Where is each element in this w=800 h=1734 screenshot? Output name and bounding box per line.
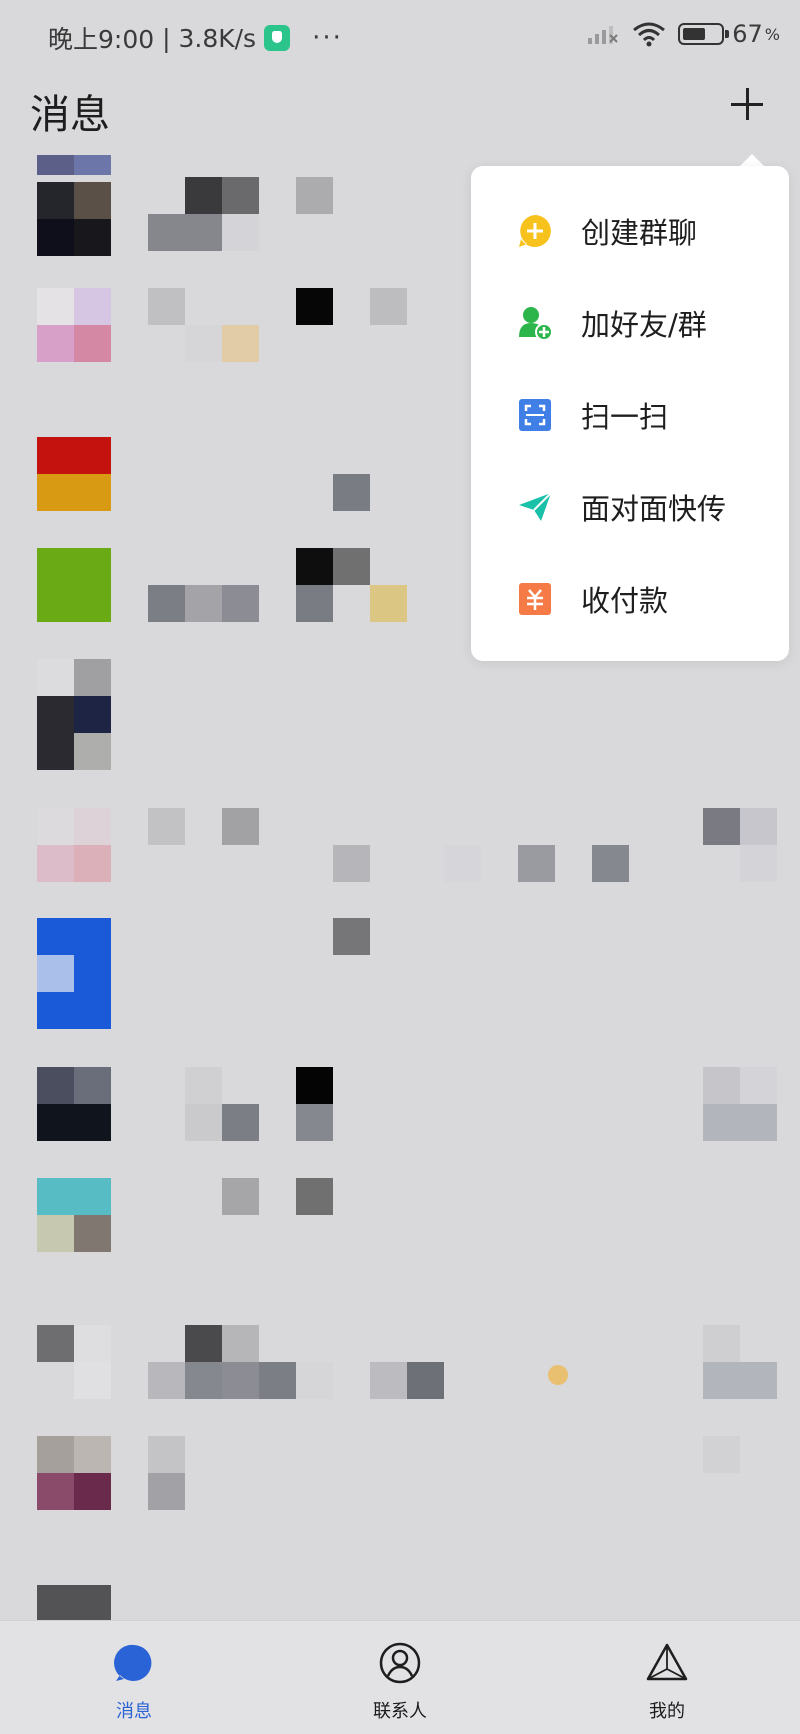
- bottom-tab-bar: 消息 联系人 我的: [0, 1620, 800, 1734]
- tab-label: 我的: [649, 1701, 685, 1722]
- list-item-avatar[interactable]: [37, 437, 111, 511]
- list-item-avatar[interactable]: [37, 918, 111, 1029]
- page-title: 消息: [30, 92, 110, 138]
- status-bar: 晚上9:00 | 3.8K/s ··· 67 %: [0, 0, 800, 72]
- menu-item-create-group[interactable]: 创建群聊: [471, 185, 789, 277]
- list-item-avatar[interactable]: [37, 548, 111, 622]
- list-item-avatar[interactable]: [37, 1067, 111, 1141]
- status-left: 晚上9:00 | 3.8K/s ···: [48, 20, 343, 56]
- popup-menu-arrow: [740, 154, 764, 166]
- tab-messages[interactable]: 消息: [54, 1621, 214, 1734]
- battery-icon: [678, 23, 730, 45]
- tab-label: 消息: [116, 1701, 152, 1722]
- add-friend-icon: [519, 307, 553, 341]
- emoji-icon: [548, 1365, 568, 1385]
- menu-item-label: 加好友/群: [581, 308, 707, 342]
- list-item-avatar[interactable]: [37, 155, 111, 256]
- more-notifications-icon: ···: [312, 23, 343, 53]
- status-right: 67 %: [588, 20, 780, 48]
- menu-item-face-transfer[interactable]: 面对面快传: [471, 461, 789, 553]
- list-item-preview: [148, 177, 408, 252]
- tab-contacts[interactable]: 联系人: [320, 1621, 480, 1734]
- list-item-preview: [148, 288, 408, 363]
- send-icon: [519, 492, 552, 521]
- network-speed: 3.8K/s: [178, 23, 257, 53]
- list-item-preview: [148, 548, 408, 623]
- list-item-preview: [333, 474, 370, 511]
- tab-profile[interactable]: 我的: [587, 1621, 747, 1734]
- add-circle-icon: [519, 215, 551, 247]
- header: 消息: [0, 72, 800, 150]
- security-shield-icon: [264, 25, 291, 51]
- menu-item-label: 扫一扫: [581, 400, 669, 434]
- list-item-preview: [148, 1325, 778, 1400]
- menu-item-label: 收付款: [581, 584, 669, 618]
- list-item-avatar[interactable]: [37, 288, 111, 362]
- tab-label: 联系人: [373, 1701, 427, 1722]
- profile-icon: [646, 1643, 688, 1681]
- list-item-preview: [185, 1067, 778, 1142]
- list-item-avatar[interactable]: [37, 808, 111, 882]
- list-item-preview: [222, 1178, 333, 1215]
- payment-icon: [519, 583, 551, 615]
- battery-unit: %: [764, 24, 780, 44]
- menu-item-add-friend[interactable]: 加好友/群: [471, 277, 789, 369]
- scan-icon: [519, 399, 551, 431]
- status-time: 晚上9:00: [48, 25, 155, 54]
- list-item-preview: [703, 1436, 740, 1473]
- list-item-avatar[interactable]: [37, 1178, 111, 1252]
- list-item-avatar[interactable]: [37, 1325, 111, 1399]
- menu-item-label: 面对面快传: [581, 492, 727, 526]
- battery-percent: 67: [732, 20, 763, 48]
- add-plus-button[interactable]: [724, 82, 770, 128]
- menu-item-scan[interactable]: 扫一扫: [471, 369, 789, 461]
- menu-item-label: 创建群聊: [581, 216, 698, 250]
- wifi-icon: [633, 22, 666, 47]
- popup-menu: 创建群聊 加好友/群 扫一扫 面对面快传 收付款: [471, 166, 789, 661]
- list-item-preview: [148, 1436, 185, 1510]
- list-item-avatar[interactable]: [37, 1436, 111, 1510]
- list-item-preview: [333, 918, 370, 955]
- list-item-avatar[interactable]: [37, 1585, 111, 1622]
- list-item-avatar[interactable]: [37, 659, 111, 770]
- contacts-icon: [379, 1642, 421, 1684]
- menu-item-payment[interactable]: 收付款: [471, 553, 789, 645]
- message-icon: [114, 1644, 152, 1681]
- list-item-preview: [148, 808, 778, 883]
- cellular-signal-icon: [588, 26, 618, 44]
